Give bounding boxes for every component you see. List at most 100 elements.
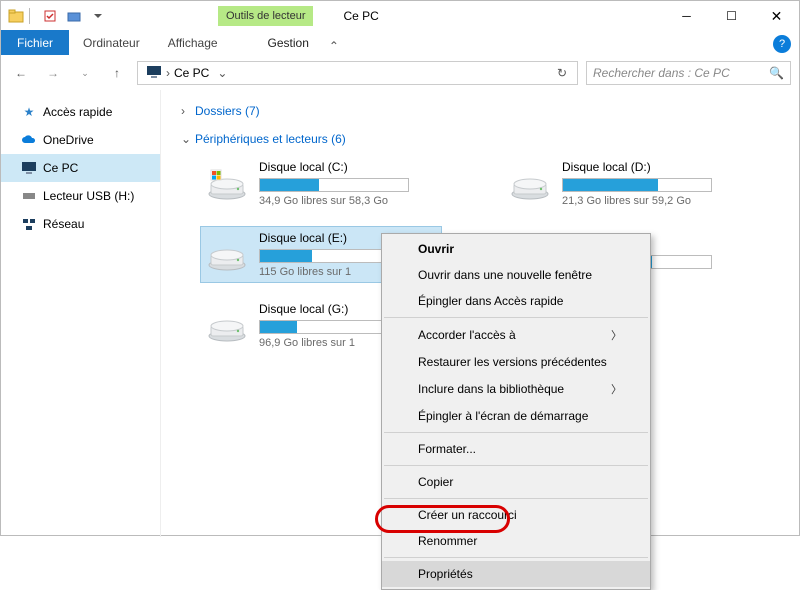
- menu-item-label: Propriétés: [418, 567, 473, 581]
- network-icon: [21, 216, 37, 232]
- search-icon: 🔍: [769, 66, 784, 80]
- refresh-button[interactable]: ↻: [551, 66, 573, 80]
- sidebar-item-onedrive[interactable]: OneDrive: [1, 126, 160, 154]
- tab-affichage[interactable]: Affichage: [154, 30, 232, 55]
- address-crumb[interactable]: Ce PC: [170, 66, 213, 80]
- menu-item-label: Ouvrir: [418, 242, 454, 256]
- drive-icon: [205, 166, 249, 202]
- navigation-pane: ★ Accès rapide OneDrive Ce PC Lecteur US…: [1, 90, 161, 537]
- menu-item[interactable]: Inclure dans la bibliothèque 〉: [382, 375, 650, 403]
- menu-item-label: Renommer: [418, 534, 477, 548]
- window-title: Ce PC: [343, 9, 378, 23]
- navigation-row: ← → ⌄ ↑ › Ce PC ⌄ ↻ Rechercher dans : Ce…: [1, 56, 799, 90]
- up-button[interactable]: ↑: [105, 61, 129, 85]
- title-bar: Outils de lecteur Ce PC ─ ☐ ✕: [1, 1, 799, 31]
- menu-item[interactable]: Restaurer les versions précédentes: [382, 349, 650, 375]
- section-devices[interactable]: ⌄ Périphériques et lecteurs (6): [173, 128, 787, 156]
- sidebar-item-label: Ce PC: [43, 161, 78, 175]
- tab-ordinateur[interactable]: Ordinateur: [69, 30, 154, 55]
- menu-item-label: Ouvrir dans une nouvelle fenêtre: [418, 268, 592, 282]
- menu-item[interactable]: Ouvrir dans une nouvelle fenêtre: [382, 262, 650, 288]
- search-box[interactable]: Rechercher dans : Ce PC 🔍: [586, 61, 791, 85]
- tab-file[interactable]: Fichier: [1, 30, 69, 55]
- sidebar-item-label: Réseau: [43, 217, 84, 231]
- menu-item[interactable]: Épingler à l'écran de démarrage: [382, 403, 650, 429]
- drive-info: Disque local (D:) 21,3 Go libres sur 59,…: [562, 160, 740, 207]
- chevron-right-icon: ›: [181, 104, 191, 118]
- qat-dropdown-icon[interactable]: [87, 5, 109, 27]
- search-placeholder: Rechercher dans : Ce PC: [593, 66, 769, 80]
- drive-free-text: 34,9 Go libres sur 58,3 Go: [259, 195, 437, 207]
- context-menu: Ouvrir Ouvrir dans une nouvelle fenêtre Ép…: [381, 233, 651, 590]
- drive-item[interactable]: Disque local (D:) 21,3 Go libres sur 59,…: [504, 156, 744, 211]
- drive-icon: [508, 166, 552, 202]
- menu-separator: [384, 465, 648, 466]
- menu-separator: [384, 557, 648, 558]
- drive-name: Disque local (C:): [259, 160, 437, 174]
- menu-item-label: Restaurer les versions précédentes: [418, 355, 607, 369]
- help-icon[interactable]: ?: [773, 35, 791, 53]
- menu-separator: [384, 317, 648, 318]
- sidebar-item-usb[interactable]: Lecteur USB (H:): [1, 182, 160, 210]
- tab-gestion[interactable]: Gestion: [254, 30, 323, 55]
- drive-icon: [205, 237, 249, 273]
- drive-info: Disque local (C:) 34,9 Go libres sur 58,…: [259, 160, 437, 207]
- sidebar-item-network[interactable]: Réseau: [1, 210, 160, 238]
- menu-item[interactable]: Formater...: [382, 436, 650, 462]
- menu-item[interactable]: Épingler dans Accès rapide: [382, 288, 650, 314]
- menu-item[interactable]: Copier: [382, 469, 650, 495]
- drive-free-text: 21,3 Go libres sur 59,2 Go: [562, 195, 740, 207]
- drive-name: Disque local (D:): [562, 160, 740, 174]
- close-button[interactable]: ✕: [754, 1, 799, 31]
- drive-icon: [205, 308, 249, 344]
- submenu-arrow-icon: 〉: [611, 381, 622, 397]
- back-button[interactable]: ←: [9, 61, 33, 85]
- monitor-icon: [21, 160, 37, 176]
- sidebar-item-quick-access[interactable]: ★ Accès rapide: [1, 98, 160, 126]
- window-buttons: ─ ☐ ✕: [664, 1, 799, 31]
- sidebar-item-label: Lecteur USB (H:): [43, 189, 134, 203]
- menu-item-label: Épingler dans Accès rapide: [418, 294, 563, 308]
- menu-item-label: Formater...: [418, 442, 476, 456]
- recent-dropdown-icon[interactable]: ⌄: [73, 61, 97, 85]
- forward-button[interactable]: →: [41, 61, 65, 85]
- sidebar-item-this-pc[interactable]: Ce PC: [1, 154, 160, 182]
- menu-item-label: Créer un raccourci: [418, 508, 517, 522]
- ribbon-collapse-icon[interactable]: ⌃: [323, 39, 345, 53]
- menu-item[interactable]: Ouvrir: [382, 236, 650, 262]
- drive-capacity-bar: [562, 178, 712, 192]
- ribbon-tabs: Fichier Ordinateur Affichage Gestion ⌃ ?: [1, 31, 799, 56]
- menu-separator: [384, 498, 648, 499]
- menu-item[interactable]: Renommer: [382, 528, 650, 554]
- explorer-icon: [5, 5, 27, 27]
- menu-item-label: Inclure dans la bibliothèque: [418, 382, 564, 396]
- menu-item[interactable]: Accorder l'accès à 〉: [382, 321, 650, 349]
- drive-item[interactable]: Disque local (C:) 34,9 Go libres sur 58,…: [201, 156, 441, 211]
- drive-capacity-bar: [259, 178, 409, 192]
- address-monitor-icon: [142, 65, 166, 82]
- sidebar-item-label: Accès rapide: [43, 105, 112, 119]
- chevron-down-icon: ⌄: [181, 132, 191, 146]
- section-folders[interactable]: › Dossiers (7): [173, 100, 787, 128]
- menu-item-label: Copier: [418, 475, 453, 489]
- maximize-button[interactable]: ☐: [709, 1, 754, 31]
- ribbon-context-hint: Outils de lecteur: [218, 6, 313, 26]
- properties-qat-icon[interactable]: [39, 5, 61, 27]
- menu-separator: [384, 432, 648, 433]
- address-caret-icon[interactable]: ⌄: [213, 66, 231, 80]
- star-icon: ★: [21, 104, 37, 120]
- section-label: Périphériques et lecteurs (6): [195, 132, 346, 146]
- sidebar-item-label: OneDrive: [43, 133, 94, 147]
- new-folder-qat-icon[interactable]: [63, 5, 85, 27]
- address-bar[interactable]: › Ce PC ⌄ ↻: [137, 61, 578, 85]
- menu-item-label: Accorder l'accès à: [418, 328, 516, 342]
- usb-icon: [21, 188, 37, 204]
- cloud-icon: [21, 132, 37, 148]
- menu-item[interactable]: Propriétés: [382, 561, 650, 587]
- minimize-button[interactable]: ─: [664, 1, 709, 31]
- qat-separator: [29, 8, 37, 24]
- submenu-arrow-icon: 〉: [611, 327, 622, 343]
- menu-item-label: Épingler à l'écran de démarrage: [418, 409, 588, 423]
- quick-access-toolbar: [1, 5, 113, 27]
- menu-item[interactable]: Créer un raccourci: [382, 502, 650, 528]
